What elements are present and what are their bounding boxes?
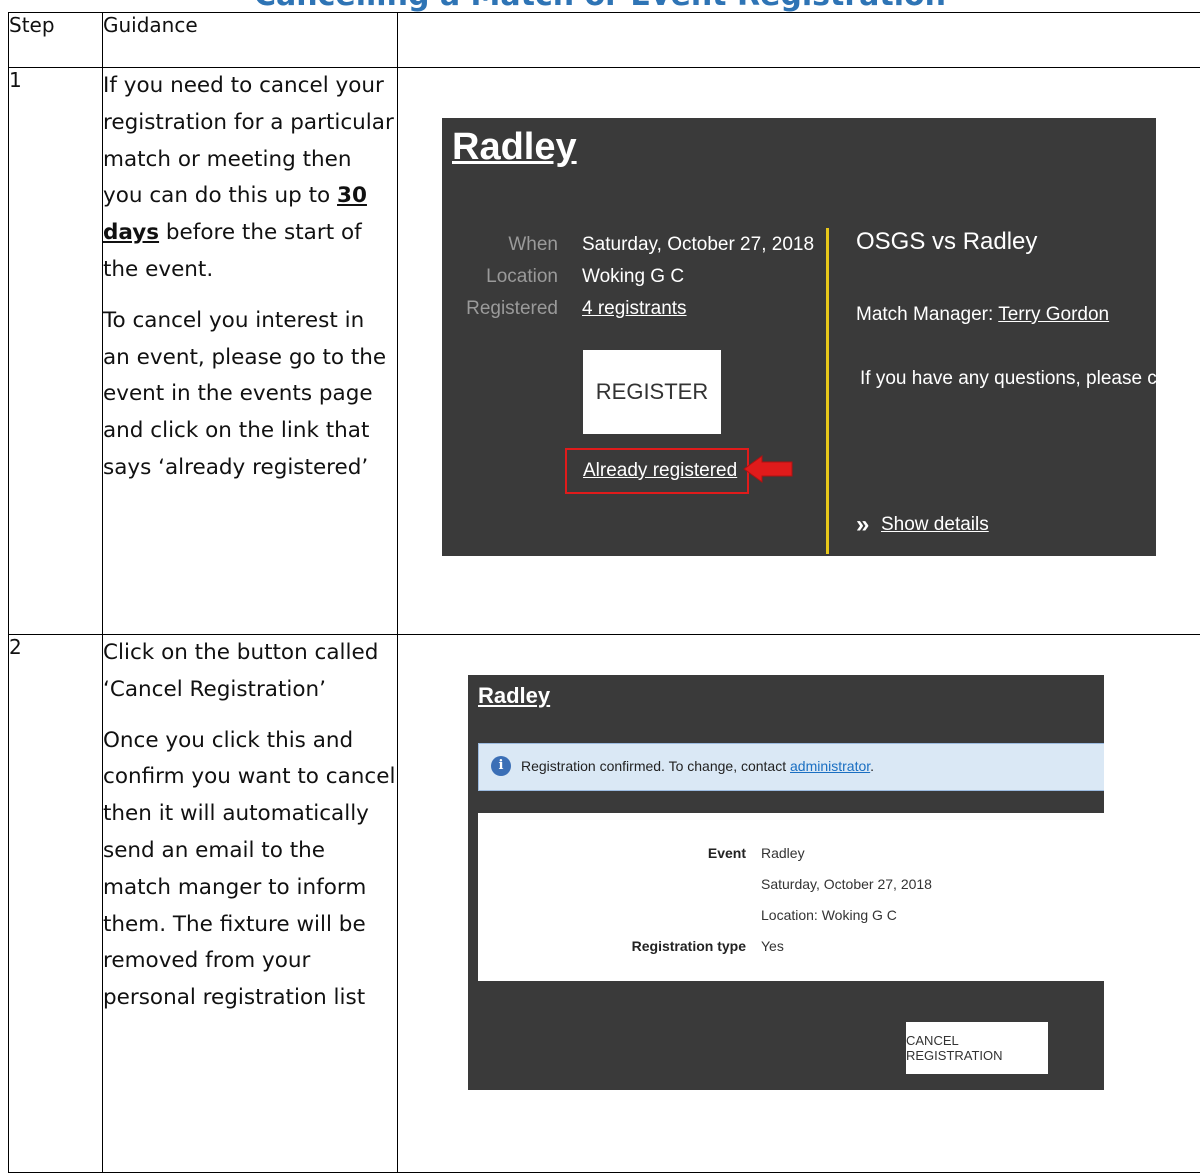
red-arrow-icon: [742, 454, 794, 484]
info-icon: i: [491, 756, 511, 776]
table-row: 1 If you need to cancel your registratio…: [9, 68, 1200, 635]
show-details-link[interactable]: Show details: [881, 514, 989, 536]
banner-text: Registration confirmed. To change, conta…: [521, 758, 874, 774]
administrator-link[interactable]: administrator: [790, 758, 870, 774]
event-value: Radley: [761, 845, 805, 861]
guidance-paragraph: Once you click this and confirm you want…: [103, 723, 397, 1017]
guidance-paragraph: To cancel you interest in an event, plea…: [103, 303, 397, 487]
registration-screenshot: Radley i Registration confirmed. To chan…: [468, 675, 1104, 1090]
guidance-paragraph: Click on the button called ‘Cancel Regis…: [103, 635, 397, 709]
header-empty: [398, 13, 1200, 68]
step-number: 2: [9, 635, 103, 1173]
step-number: 1: [9, 68, 103, 635]
guidance-text: If you need to cancel your registration …: [103, 68, 398, 635]
screenshot-cell: Radley i Registration confirmed. To chan…: [398, 635, 1200, 1173]
table-row: 2 Click on the button called ‘Cancel Reg…: [9, 635, 1200, 1173]
guidance-table: Step Guidance 1 If you need to cancel yo…: [8, 12, 1200, 1173]
location-value: Woking G C: [582, 266, 684, 288]
location-label: Location: [486, 266, 558, 288]
yellow-divider: [826, 228, 829, 554]
table-header-row: Step Guidance: [9, 13, 1200, 68]
info-banner: i Registration confirmed. To change, con…: [478, 743, 1104, 791]
location-value: Location: Woking G C: [761, 907, 897, 923]
event-screenshot: Radley When Saturday, October 27, 2018 L…: [442, 118, 1156, 556]
registration-type-label: Registration type: [632, 938, 746, 954]
header-step: Step: [9, 13, 103, 68]
already-registered-link[interactable]: Already registered: [583, 460, 737, 482]
chevron-right-icon: »: [856, 511, 869, 539]
questions-text: If you have any questions, please contac…: [860, 368, 1156, 390]
registration-type-value: Yes: [761, 938, 784, 954]
register-button[interactable]: REGISTER: [583, 350, 721, 434]
when-label: When: [508, 234, 558, 256]
screenshot-cell: Radley When Saturday, October 27, 2018 L…: [398, 68, 1200, 635]
date-value: Saturday, October 27, 2018: [761, 876, 932, 892]
event-title-link[interactable]: Radley: [452, 126, 577, 169]
registered-label: Registered: [466, 298, 558, 320]
manager-name-link[interactable]: Terry Gordon: [998, 304, 1109, 325]
registrants-link[interactable]: 4 registrants: [582, 298, 687, 320]
match-title: OSGS vs Radley: [856, 228, 1037, 256]
event-title-link[interactable]: Radley: [478, 683, 550, 709]
guidance-text: Click on the button called ‘Cancel Regis…: [103, 635, 398, 1173]
event-label: Event: [708, 845, 746, 861]
when-value: Saturday, October 27, 2018: [582, 234, 814, 256]
header-guidance: Guidance: [103, 13, 398, 68]
cancel-registration-button[interactable]: CANCEL REGISTRATION: [906, 1022, 1048, 1074]
match-manager: Match Manager: Terry Gordon: [856, 304, 1109, 326]
registration-details-panel: Event Radley Saturday, October 27, 2018 …: [478, 813, 1104, 981]
guidance-paragraph: If you need to cancel your registration …: [103, 68, 397, 289]
